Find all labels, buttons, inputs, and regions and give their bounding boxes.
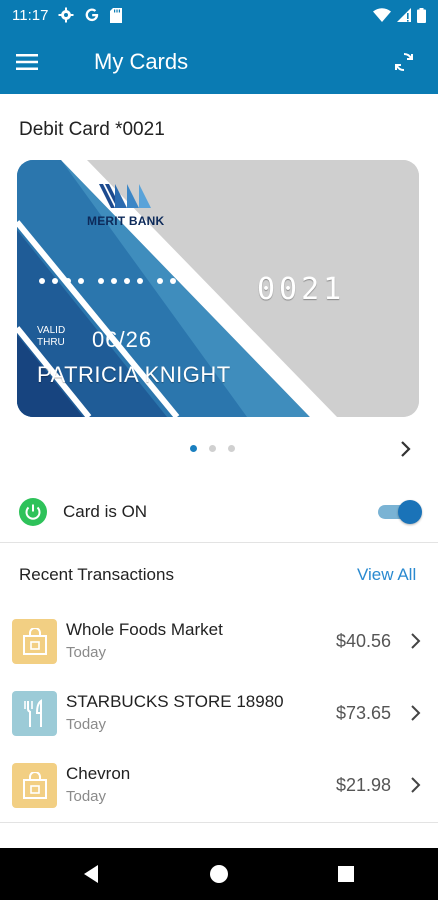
card-expiry: 06/26 [92,327,153,352]
recents-icon[interactable] [334,862,358,886]
transaction-merchant: Chevron [66,764,131,783]
card-last-four: 0021 [257,272,346,307]
card-on-toggle[interactable] [376,500,422,524]
wifi-icon [373,8,391,22]
chevron-right-icon[interactable] [396,438,416,460]
card-status-row: Card is ON [0,490,438,534]
system-nav-bar [0,848,438,900]
transaction-row[interactable]: STARBUCKS STORE 18980 Today $73.65 [0,682,438,744]
transaction-row[interactable]: Chevron Today $21.98 [0,754,438,816]
transaction-date: Today [66,788,107,805]
signal-icon [397,8,411,22]
transaction-amount: $40.56 [336,631,392,651]
gear-icon [58,7,74,23]
chevron-right-icon [411,705,421,721]
status-time: 11:17 [12,6,49,24]
home-icon[interactable] [207,862,231,886]
transaction-date: Today [66,716,107,733]
debit-card[interactable]: MERIT BANK 0021 VALID THRU 06/26 PATRICI… [17,160,419,417]
section-title-recent-transactions: Recent Transactions [19,565,174,584]
card-holder-name: PATRICIA KNIGHT [37,362,231,387]
view-all-link[interactable]: View All [357,565,416,585]
shopping-bag-icon [12,619,57,664]
transaction-merchant: Whole Foods Market [66,620,223,639]
pager-dot[interactable] [228,445,235,452]
power-icon [19,498,47,526]
divider [0,542,438,543]
status-bar: 11:17 [0,0,438,30]
bank-name: MERIT BANK [87,214,165,228]
hamburger-menu-icon [16,54,38,70]
menu-button[interactable] [16,34,72,90]
card-pager [190,445,235,452]
card-title: Debit Card *0021 [19,119,165,140]
fork-knife-icon [12,691,57,736]
refresh-button[interactable] [384,42,424,82]
sd-card-icon [110,7,123,23]
refresh-icon [395,52,413,72]
toggle-knob [398,500,422,524]
back-icon[interactable] [80,862,104,886]
transaction-amount: $73.65 [336,703,392,723]
pager-dot[interactable] [190,445,197,452]
masked-card-number [39,278,202,284]
pager-dot[interactable] [209,445,216,452]
divider [0,822,438,823]
shopping-bag-icon [12,763,57,808]
card-status-label: Card is ON [63,502,148,521]
transaction-row[interactable]: Whole Foods Market Today $40.56 [0,610,438,672]
chevron-right-icon [411,777,421,793]
valid-thru-label: VALID THRU [37,325,66,348]
app-bar: My Cards [0,30,438,94]
page-title: My Cards [94,49,189,74]
bank-logo-icon [99,184,151,208]
transaction-merchant: STARBUCKS STORE 18980 [66,692,284,711]
chevron-right-icon [411,633,421,649]
google-icon [86,8,99,22]
transaction-date: Today [66,644,107,661]
battery-icon [417,7,426,23]
transaction-amount: $21.98 [336,775,392,795]
